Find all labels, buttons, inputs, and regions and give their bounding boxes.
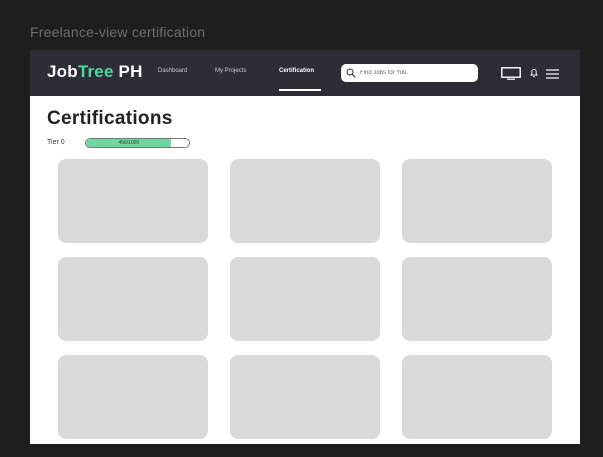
bell-icon[interactable] [530, 68, 538, 78]
certification-card[interactable] [230, 355, 380, 439]
certification-card[interactable] [58, 159, 208, 243]
nav-dashboard[interactable]: Dashboard [158, 68, 187, 74]
certification-card[interactable] [402, 159, 552, 243]
nav-certification[interactable]: Certification [279, 68, 314, 74]
tier-progress-bar: 456/1000 [85, 138, 190, 148]
monitor-icon[interactable] [501, 67, 521, 80]
search-box[interactable] [341, 64, 478, 82]
certification-grid [58, 159, 552, 439]
tier-label: Tier 0 [47, 139, 65, 146]
logo-text-job: Job [47, 62, 78, 81]
search-input[interactable] [360, 66, 472, 80]
tier-progress-text: 456/1000 [118, 140, 140, 146]
nav-active-indicator [279, 89, 321, 91]
top-navbar: JobTree PH Dashboard My Projects Certifi… [30, 50, 580, 96]
search-icon [346, 68, 356, 78]
certification-card[interactable] [230, 159, 380, 243]
certification-card[interactable] [58, 257, 208, 341]
logo-text-ph: PH [113, 62, 143, 81]
app-frame: JobTree PH Dashboard My Projects Certifi… [30, 50, 580, 444]
certification-card[interactable] [58, 355, 208, 439]
certification-card[interactable] [230, 257, 380, 341]
frame-label: Freelance-view certification [30, 24, 206, 40]
logo[interactable]: JobTree PH [47, 62, 143, 82]
nav-my-projects[interactable]: My Projects [215, 68, 246, 74]
menu-icon[interactable] [546, 69, 559, 79]
logo-text-tree: Tree [77, 62, 114, 81]
certification-card[interactable] [402, 257, 552, 341]
page-title: Certifications [47, 108, 173, 129]
certification-card[interactable] [402, 355, 552, 439]
